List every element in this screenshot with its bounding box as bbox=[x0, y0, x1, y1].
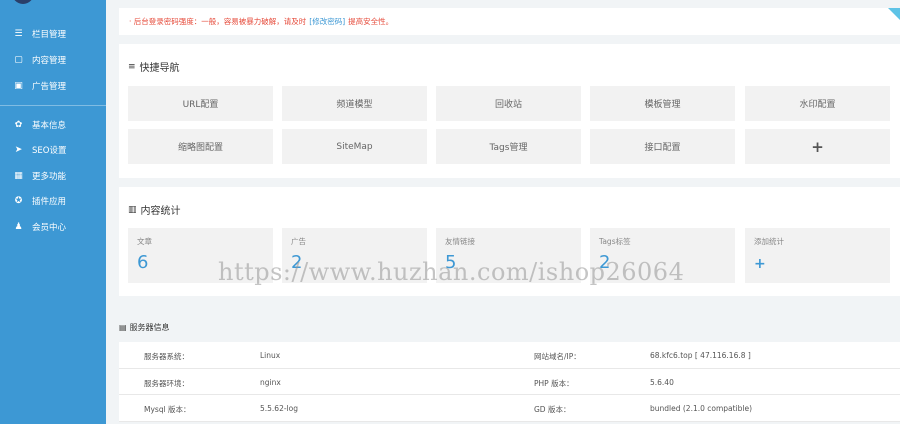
menu-icon: ≡ bbox=[128, 61, 136, 72]
sidebar-item-basic-info[interactable]: ✿ 基本信息 bbox=[0, 113, 106, 137]
sidebar-item-label: 栏目管理 bbox=[32, 30, 67, 40]
stats-title: ▥ 内容统计 bbox=[128, 204, 181, 218]
stats-panel: ▥ 内容统计 文章 6 广告 2 友情链接 5 Tags标签 2 添加统计 + bbox=[119, 187, 900, 296]
sidebar-item-ads[interactable]: ▣ 广告管理 bbox=[0, 74, 106, 98]
sidebar-item-label: 更多功能 bbox=[32, 172, 67, 182]
stat-add-button[interactable]: 添加统计 + bbox=[745, 228, 890, 283]
notice-suffix: 提高安全性。 bbox=[348, 17, 394, 26]
quick-nav-url-config[interactable]: URL配置 bbox=[128, 86, 273, 121]
stat-value: 2 bbox=[599, 252, 611, 273]
table-row: 服务器环境： nginx PHP 版本： 5.6.40 bbox=[119, 369, 900, 395]
logo bbox=[12, 0, 34, 4]
main-content: · 后台登录密码强度：一般，容易被暴力破解，请及时 [修改密码] 提高安全性。 … bbox=[119, 0, 900, 424]
sidebar-item-content[interactable]: ▢ 内容管理 bbox=[0, 48, 106, 72]
sidebar-divider bbox=[0, 105, 106, 106]
quick-nav-title: ≡ 快捷导航 bbox=[128, 61, 180, 75]
sidebar-item-members[interactable]: ♟ 会员中心 bbox=[0, 215, 106, 239]
sidebar-item-label: 插件应用 bbox=[32, 197, 67, 207]
quick-nav-templates[interactable]: 模板管理 bbox=[590, 86, 735, 121]
stat-value: 6 bbox=[137, 252, 149, 273]
table-row: Mysql 版本： 5.5.62-log GD 版本： bundled (2.1… bbox=[119, 395, 900, 422]
stat-label: 文章 bbox=[137, 237, 152, 246]
table-row: 服务器系统： Linux 网站域名/IP： 68.kfc6.top [ 47.1… bbox=[119, 342, 900, 369]
server-icon: ▤ bbox=[119, 323, 127, 332]
sidebar-item-label: SEO设置 bbox=[32, 146, 67, 156]
gear-icon: ✿ bbox=[14, 119, 23, 130]
quick-nav-watermark[interactable]: 水印配置 bbox=[745, 86, 890, 121]
sidebar-item-more[interactable]: ▦ 更多功能 bbox=[0, 164, 106, 188]
stat-links[interactable]: 友情链接 5 bbox=[436, 228, 581, 283]
bar-chart-icon: ▥ bbox=[128, 204, 137, 215]
sidebar-item-columns[interactable]: ☰ 栏目管理 bbox=[0, 22, 106, 46]
sidebar-item-plugins[interactable]: ✪ 插件应用 bbox=[0, 189, 106, 213]
stat-label: 添加统计 bbox=[754, 237, 784, 246]
server-info-table: 服务器系统： Linux 网站域名/IP： 68.kfc6.top [ 47.1… bbox=[119, 342, 900, 422]
stat-value: 5 bbox=[445, 252, 457, 273]
sidebar: ☰ 栏目管理 ▢ 内容管理 ▣ 广告管理 ✿ 基本信息 ➤ SEO设置 ▦ 更多… bbox=[0, 0, 106, 424]
plugin-icon: ✪ bbox=[14, 195, 23, 206]
quick-nav-sitemap[interactable]: SiteMap bbox=[282, 129, 427, 164]
change-password-link[interactable]: [修改密码] bbox=[309, 16, 345, 27]
stat-tags[interactable]: Tags标签 2 bbox=[590, 228, 735, 283]
stat-articles[interactable]: 文章 6 bbox=[128, 228, 273, 283]
user-icon: ♟ bbox=[14, 221, 23, 232]
sidebar-item-seo[interactable]: ➤ SEO设置 bbox=[0, 138, 106, 162]
stat-label: 友情链接 bbox=[445, 237, 475, 246]
grid-icon: ▦ bbox=[14, 170, 23, 181]
sidebar-item-label: 基本信息 bbox=[32, 121, 67, 131]
sidebar-item-label: 广告管理 bbox=[32, 82, 67, 92]
stat-label: Tags标签 bbox=[599, 237, 631, 246]
sidebar-item-label: 会员中心 bbox=[32, 223, 67, 233]
quick-nav-add-button[interactable]: + bbox=[745, 129, 890, 164]
stat-label: 广告 bbox=[291, 237, 306, 246]
quick-nav-api-config[interactable]: 接口配置 bbox=[590, 129, 735, 164]
quick-nav-recycle-bin[interactable]: 回收站 bbox=[436, 86, 581, 121]
send-icon: ➤ bbox=[14, 144, 23, 155]
stat-value: 2 bbox=[291, 252, 303, 273]
quick-nav-thumbnail[interactable]: 缩略图配置 bbox=[128, 129, 273, 164]
notice-text: · 后台登录密码强度：一般，容易被暴力破解，请及时 bbox=[129, 17, 307, 26]
stat-ads[interactable]: 广告 2 bbox=[282, 228, 427, 283]
list-icon: ☰ bbox=[14, 28, 23, 39]
password-notice: · 后台登录密码强度：一般，容易被暴力破解，请及时 [修改密码] 提高安全性。 bbox=[119, 8, 900, 35]
server-info-title: ▤ 服务器信息 bbox=[119, 323, 170, 332]
image-icon: ▣ bbox=[14, 80, 23, 91]
plus-icon: + bbox=[754, 256, 766, 272]
sidebar-item-label: 内容管理 bbox=[32, 56, 67, 66]
quick-nav-tags[interactable]: Tags管理 bbox=[436, 129, 581, 164]
corner-badge bbox=[888, 8, 900, 20]
quick-nav-channel-model[interactable]: 频道模型 bbox=[282, 86, 427, 121]
document-icon: ▢ bbox=[14, 54, 23, 65]
quick-nav-panel: ≡ 快捷导航 URL配置 频道模型 回收站 模板管理 水印配置 缩略图配置 Si… bbox=[119, 44, 900, 178]
